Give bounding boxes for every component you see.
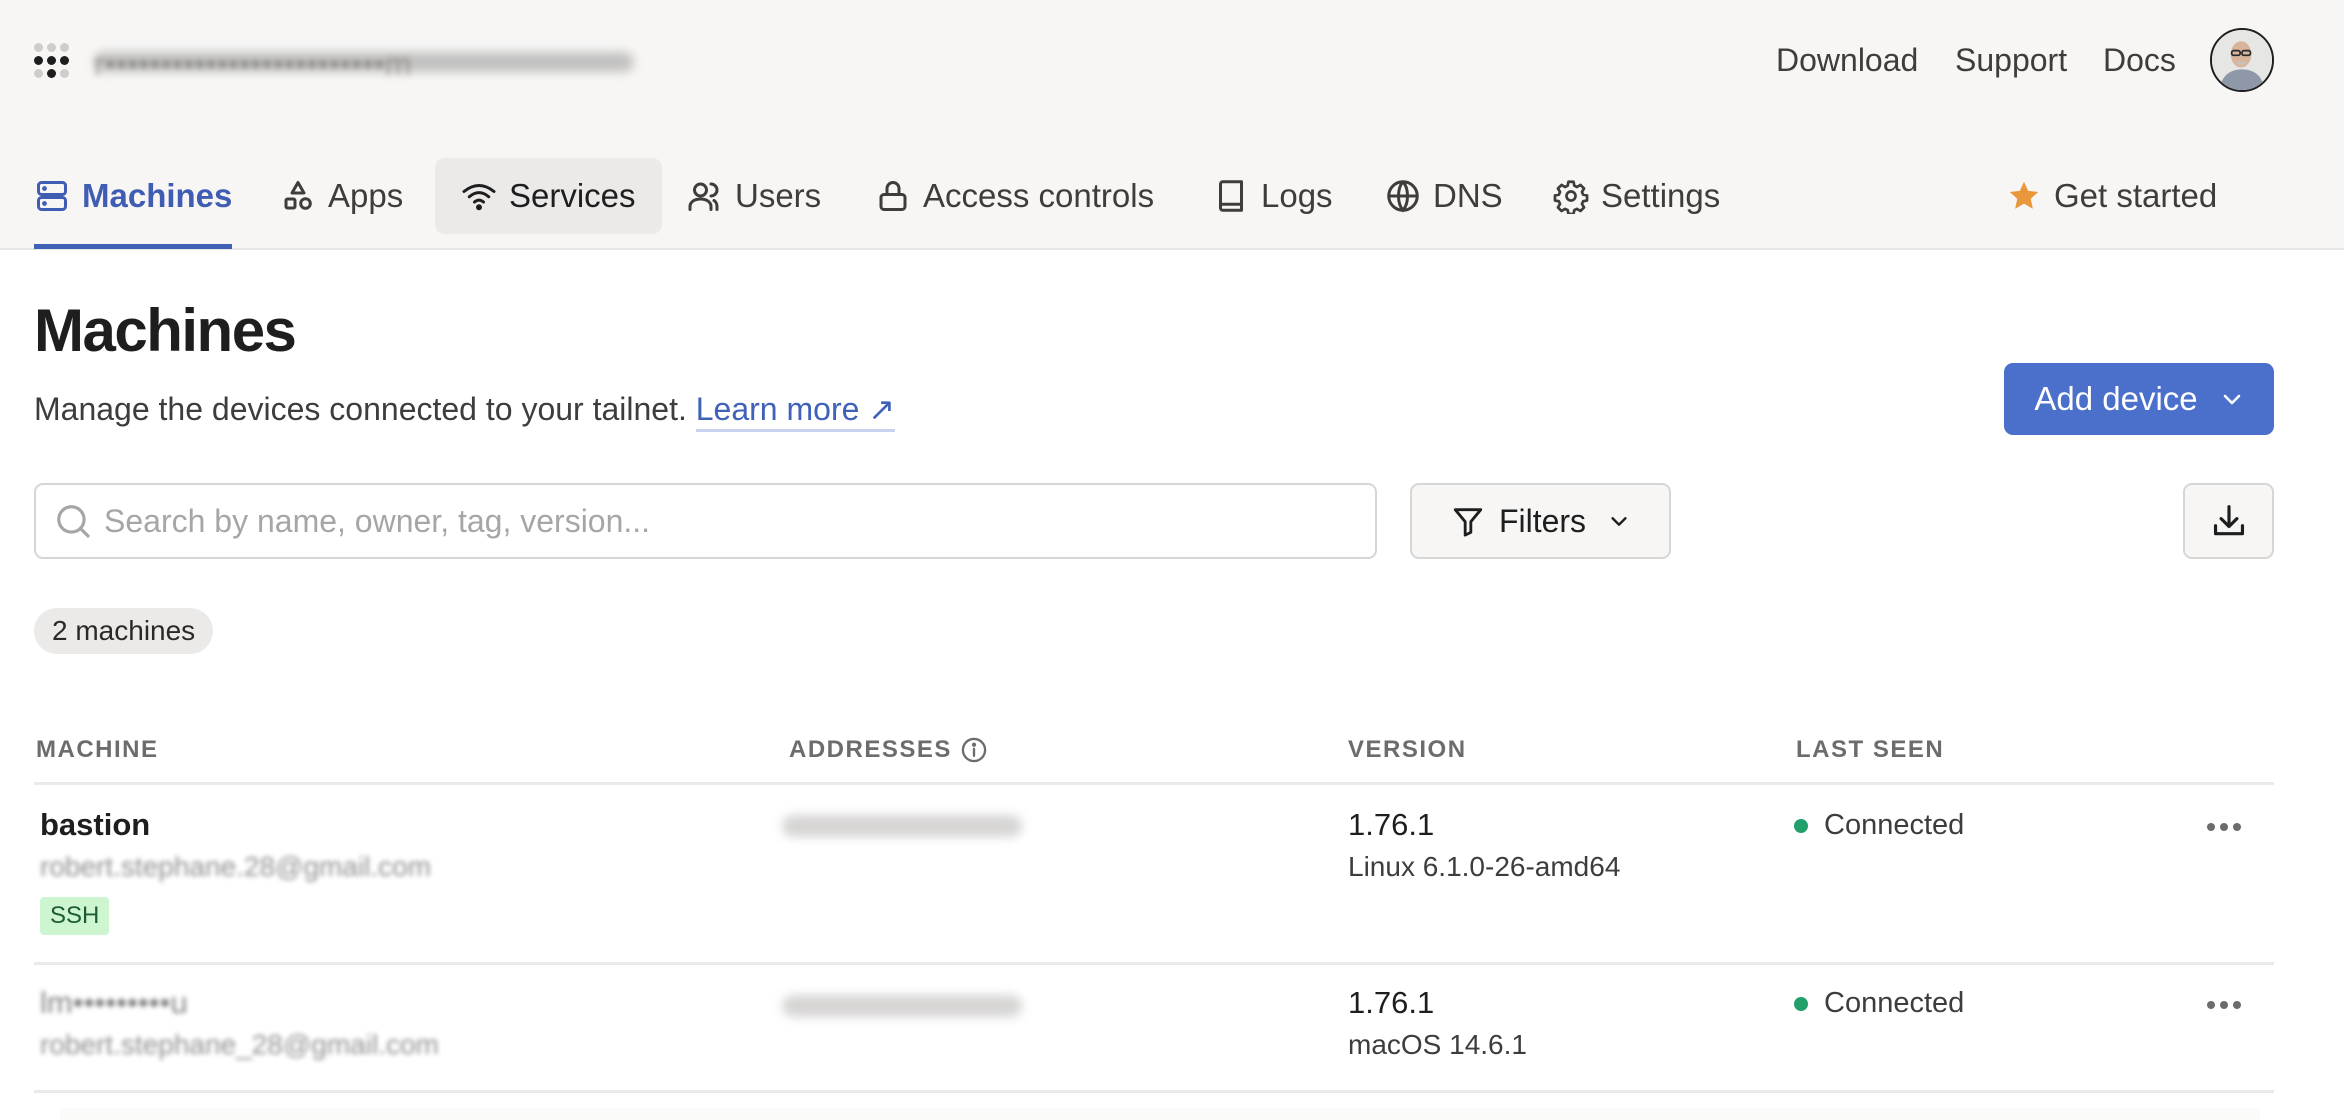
tab-access-controls[interactable]: Access controls — [875, 158, 1154, 234]
machine-name[interactable]: lm•••••••••u — [40, 985, 188, 1021]
status-label: Connected — [1824, 987, 1965, 1019]
machine-name[interactable]: bastion — [40, 807, 150, 843]
chevron-down-icon — [1611, 517, 1627, 526]
tab-label: Apps — [328, 177, 404, 214]
get-started-label: Get started — [2054, 177, 2218, 214]
export-button[interactable] — [2183, 483, 2274, 559]
tab-services[interactable]: Services — [435, 158, 662, 234]
table-row[interactable]: bastion robert.stephane.28@gmail.com SSH… — [34, 785, 2274, 965]
machine-address-redacted — [782, 995, 1022, 1017]
page-title: Machines — [34, 297, 297, 364]
tab-users[interactable]: Users — [687, 158, 821, 234]
add-device-button[interactable]: Add device — [2004, 363, 2274, 435]
tab-label: Machines — [82, 177, 233, 214]
download-icon — [2213, 505, 2244, 536]
machine-version: 1.76.1 — [1348, 807, 1435, 842]
support-link[interactable]: Support — [1955, 38, 2067, 82]
tab-logs[interactable]: Logs — [1213, 158, 1333, 234]
next-row-fade — [60, 1108, 2260, 1120]
page-subtitle: Manage the devices connected to your tai… — [34, 390, 896, 432]
lock-icon — [875, 178, 911, 214]
dot — [2220, 1001, 2228, 1009]
machine-address-redacted — [782, 815, 1022, 837]
column-label: VERSION — [1348, 736, 1467, 763]
machine-owner: robert.stephane.28@gmail.com — [40, 851, 432, 882]
machine-count-badge: 2 machines — [34, 608, 214, 654]
column-header-addresses[interactable]: ADDRESSES — [789, 736, 988, 764]
column-header-machine[interactable]: MACHINE — [36, 736, 159, 764]
filters-label: Filters — [1498, 502, 1587, 539]
machine-owner: robert.stephane_28@gmail.com — [40, 1029, 439, 1060]
app-switcher-icon[interactable] — [34, 43, 70, 79]
row-menu-button[interactable] — [2194, 985, 2254, 1025]
machine-version: 1.76.1 — [1348, 985, 1435, 1020]
tab-label: Settings — [1601, 177, 1721, 214]
status-indicator: Connected — [1794, 987, 1964, 1020]
column-label: LAST SEEN — [1796, 736, 1945, 763]
book-icon — [1213, 178, 1249, 214]
download-link[interactable]: Download — [1776, 38, 1918, 82]
tab-apps[interactable]: Apps — [280, 158, 403, 234]
dot — [2207, 1001, 2215, 1009]
avatar[interactable] — [2210, 28, 2274, 92]
get-started-link[interactable]: Get started — [2006, 158, 2217, 234]
machine-os: Linux 6.1.0-26-amd64 — [1348, 851, 1621, 882]
wifi-icon — [461, 178, 497, 214]
dot — [2233, 1001, 2241, 1009]
status-indicator: Connected — [1794, 809, 1964, 842]
learn-more-link[interactable]: Learn more ↗ — [695, 391, 896, 432]
gear-icon — [1553, 178, 1589, 214]
column-header-version[interactable]: VERSION — [1348, 736, 1467, 764]
table-row[interactable]: lm•••••••••u robert.stephane_28@gmail.co… — [34, 965, 2274, 1093]
dot — [2220, 823, 2228, 831]
avatar-photo — [2212, 30, 2272, 90]
tab-settings[interactable]: Settings — [1553, 158, 1720, 234]
status-label: Connected — [1824, 809, 1965, 841]
info-icon[interactable] — [960, 736, 988, 764]
server-icon — [34, 178, 70, 214]
machine-os: macOS 14.6.1 — [1348, 1029, 1527, 1060]
filters-button[interactable]: Filters — [1410, 483, 1671, 559]
top-header: r•••••••••••••••••••••••••m Download Sup… — [0, 0, 2344, 250]
star-icon — [2006, 178, 2042, 214]
main-nav: Machines Apps Services Users Access cont… — [0, 156, 2344, 250]
users-icon — [687, 178, 723, 214]
dot — [2233, 823, 2241, 831]
column-label: MACHINE — [36, 736, 159, 763]
search-box[interactable] — [34, 483, 1377, 559]
subtitle-text: Manage the devices connected to your tai… — [34, 391, 687, 427]
chevron-down-icon — [2223, 394, 2240, 405]
row-menu-button[interactable] — [2194, 807, 2254, 847]
column-label: ADDRESSES — [789, 736, 952, 763]
search-icon — [57, 505, 90, 538]
tab-label: Logs — [1261, 177, 1333, 214]
filter-icon — [1453, 508, 1483, 537]
shapes-icon — [280, 178, 316, 214]
globe-icon — [1385, 178, 1421, 214]
tab-dns[interactable]: DNS — [1385, 158, 1503, 234]
connected-dot-icon — [1794, 818, 1808, 833]
connected-dot-icon — [1794, 996, 1808, 1011]
tab-machines[interactable]: Machines — [34, 158, 232, 234]
tab-label: Services — [509, 177, 636, 214]
tab-label: Access controls — [923, 177, 1155, 214]
docs-link[interactable]: Docs — [2103, 38, 2176, 82]
active-tab-indicator — [34, 244, 232, 249]
add-device-label: Add device — [2034, 380, 2198, 417]
tailnet-name[interactable]: r•••••••••••••••••••••••••m — [94, 46, 634, 82]
tab-label: Users — [735, 177, 822, 214]
dot — [2207, 823, 2215, 831]
tag-badge: SSH — [40, 897, 110, 935]
tab-label: DNS — [1433, 177, 1503, 214]
column-header-last-seen[interactable]: LAST SEEN — [1796, 736, 1944, 764]
search-input[interactable] — [104, 502, 1375, 540]
